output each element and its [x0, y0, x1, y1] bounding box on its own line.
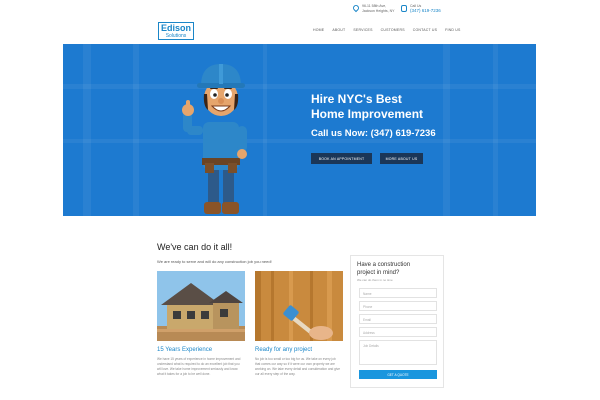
house-image — [157, 271, 245, 341]
phone-icon — [401, 5, 407, 12]
nav-home[interactable]: HOME — [313, 28, 324, 32]
site-header: Edison Solutions 96-11 58th Ave, Jackson… — [63, 0, 536, 44]
address-block: 96-11 58th Ave, Jackson Heights, NY — [351, 3, 395, 13]
nav-find-us[interactable]: FIND US — [445, 28, 460, 32]
card-title-projects: Ready for any project — [255, 347, 313, 353]
hero-title: Hire NYC's Best Home Improvement — [311, 92, 423, 122]
logo-sub-text: Solutions — [165, 32, 187, 39]
nav-customers[interactable]: CUSTOMERS — [381, 28, 405, 32]
address-line-2: Jackson Heights, NY — [362, 8, 395, 13]
hero-bg-beam — [493, 44, 498, 216]
hero-bg-beam — [83, 44, 91, 216]
logo-main-text: Edison — [160, 22, 191, 33]
nav-contact-us[interactable]: CONTACT US — [413, 28, 437, 32]
location-pin-icon — [351, 3, 361, 13]
phone-block[interactable]: Call Us (347) 619-7236 — [401, 4, 441, 13]
page: Edison Solutions 96-11 58th Ave, Jackson… — [63, 0, 536, 400]
hero-bg-beam — [63, 84, 536, 89]
main-nav: HOME ABOUT SERVICES CUSTOMERS CONTACT US… — [313, 28, 461, 32]
hero-title-line-1: Hire NYC's Best — [311, 92, 402, 106]
section-subtitle: We are ready to serve and will do any co… — [157, 259, 272, 264]
phone-field[interactable]: Phone — [359, 301, 437, 311]
painting-image — [255, 271, 343, 341]
book-appointment-button[interactable]: BOOK AN APPOINTMENT — [311, 153, 372, 164]
more-about-us-button[interactable]: MORE ABOUT US — [380, 153, 423, 164]
address-field[interactable]: Address — [359, 327, 437, 337]
form-title: Have a construction project in mind? — [357, 262, 437, 277]
job-details-field[interactable]: Job Details — [359, 340, 437, 365]
hero-title-line-2: Home Improvement — [311, 107, 424, 121]
hero-bg-beam — [63, 139, 536, 143]
card-title-experience: 15 Years Experience — [157, 347, 213, 353]
hero-bg-beam — [443, 44, 450, 216]
name-field[interactable]: Name — [359, 288, 437, 298]
construction-worker-illustration — [182, 64, 247, 214]
hero-bg-beam — [133, 44, 139, 216]
logo[interactable]: Edison Solutions — [158, 22, 194, 40]
nav-about[interactable]: ABOUT — [332, 28, 345, 32]
hero-banner: Hire NYC's Best Home Improvement Call us… — [63, 44, 536, 216]
section-title: We've can do it all! — [157, 242, 233, 252]
form-title-line-1: Have a construction — [357, 262, 411, 268]
hero-bg-beam — [263, 44, 267, 216]
form-title-line-2: project in mind? — [357, 269, 400, 276]
hero-call-text: Call us Now: (347) 619-7236 — [311, 128, 436, 139]
get-quote-button[interactable]: GET A QUOTE — [359, 370, 437, 379]
card-text-projects: No job is too small or too big for us. W… — [255, 357, 340, 376]
phone-number[interactable]: (347) 619-7236 — [410, 8, 441, 14]
nav-services[interactable]: SERVICES — [353, 28, 372, 32]
form-subtitle: We can do them in no time — [357, 278, 393, 282]
email-field[interactable]: Email — [359, 314, 437, 324]
card-text-experience: We have 15 years of experience in home i… — [157, 357, 241, 376]
quote-form: Have a construction project in mind? We … — [350, 255, 444, 388]
